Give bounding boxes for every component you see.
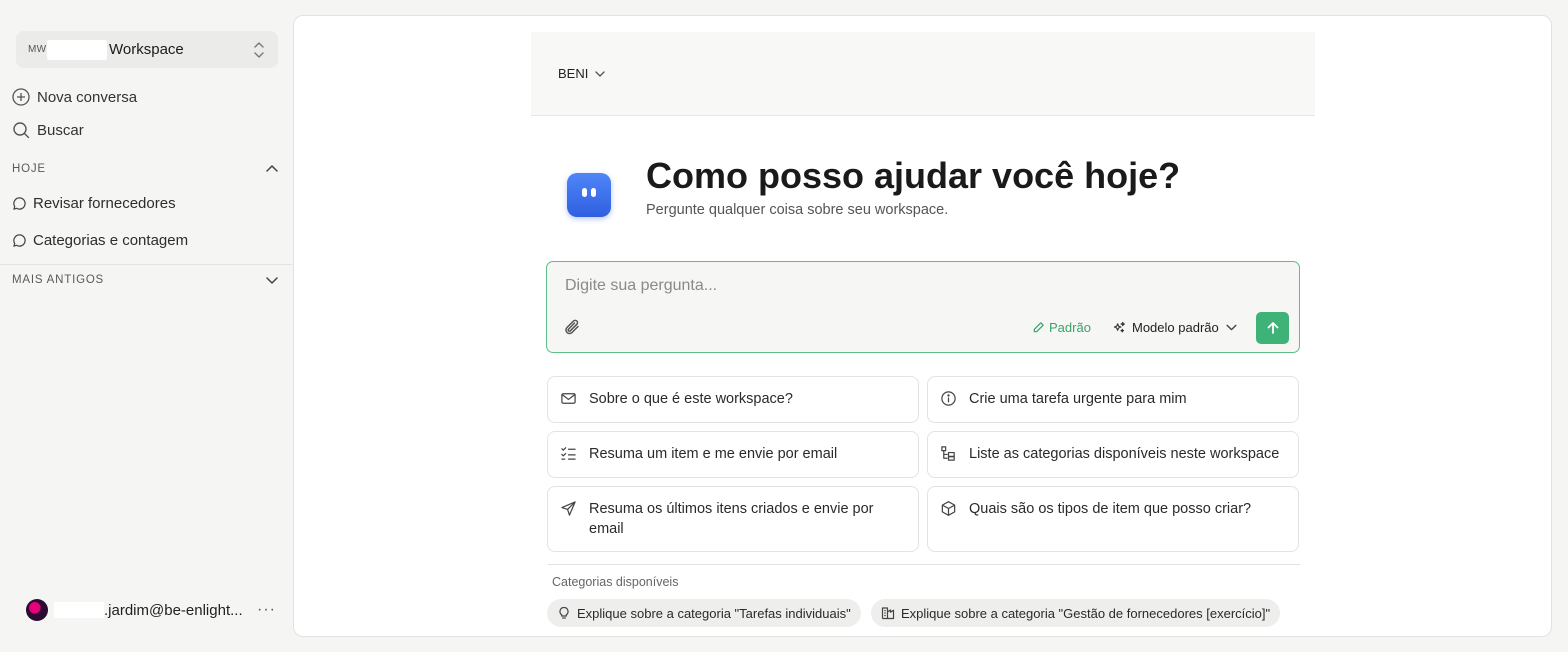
sidebar: MW Workspace Nova conversa Buscar HOJE R… (0, 0, 292, 652)
agent-label: BENI (558, 66, 589, 81)
chat-item-label: Revisar fornecedores (33, 195, 176, 212)
chat-item[interactable]: Categorias e contagem (12, 232, 188, 249)
info-icon (941, 391, 956, 406)
suggestion-text: Resuma os últimos itens criados e envie … (589, 501, 874, 537)
paperclip-icon[interactable] (563, 318, 581, 336)
page-title: Como posso ajudar você hoje? (646, 155, 1181, 196)
bot-avatar-icon (567, 173, 611, 217)
suggestion-text: Crie uma tarefa urgente para mim (969, 391, 1187, 407)
model-label: Modelo padrão (1132, 320, 1219, 335)
section-today-label: HOJE (12, 163, 46, 175)
chat-header: BENI (531, 32, 1315, 116)
user-email: .jardim@be-enlight... (104, 601, 243, 619)
suggestion-card[interactable]: Resuma os últimos itens criados e envie … (547, 486, 919, 552)
sidebar-divider (0, 264, 292, 265)
page-subtitle: Pergunte qualquer coisa sobre seu worksp… (646, 202, 949, 218)
divider (548, 564, 1300, 565)
arrow-up-icon (1267, 322, 1278, 334)
new-chat-label: Nova conversa (37, 88, 138, 106)
suggestion-text: Liste as categorias disponíveis neste wo… (969, 446, 1280, 462)
plus-circle-icon (12, 88, 30, 106)
chat-item[interactable]: Revisar fornecedores (12, 195, 176, 212)
search-icon (13, 122, 30, 139)
suggestion-card[interactable]: Liste as categorias disponíveis neste wo… (927, 431, 1299, 478)
main-panel: BENI Como posso ajudar você hoje? Pergun… (293, 15, 1552, 637)
chat-item-label: Categorias e contagem (33, 232, 189, 249)
question-input[interactable] (563, 276, 1267, 296)
redacted-block (47, 39, 107, 60)
category-chip[interactable]: Explique sobre a categoria "Tarefas indi… (547, 599, 861, 627)
category-chip[interactable]: Explique sobre a categoria "Gestão de fo… (871, 599, 1281, 627)
mail-icon (561, 393, 576, 404)
bot-eye (582, 188, 587, 197)
chat-bubble-icon (13, 234, 26, 247)
workspace-abbr: MW (28, 44, 47, 55)
box-icon (941, 501, 956, 516)
mode-label: Padrão (1049, 320, 1091, 335)
more-options-icon[interactable]: ··· (257, 601, 276, 619)
avatar (26, 599, 48, 621)
model-selector[interactable]: Modelo padrão (1113, 320, 1238, 335)
checklist-icon (561, 447, 576, 460)
agent-selector[interactable]: BENI (558, 66, 606, 81)
section-older-toggle[interactable]: MAIS ANTIGOS (12, 272, 280, 288)
send-button[interactable] (1256, 312, 1289, 344)
workspace-switcher[interactable]: MW Workspace (16, 31, 278, 68)
suggestion-card[interactable]: Crie uma tarefa urgente para mim (927, 376, 1299, 423)
chip-label: Explique sobre a categoria "Tarefas indi… (577, 605, 851, 621)
workspace-name: Workspace (109, 41, 184, 58)
mode-button[interactable]: Padrão (1032, 320, 1091, 335)
send-icon (561, 501, 576, 516)
user-menu[interactable]: .jardim@be-enlight... ··· (26, 598, 276, 622)
section-today-toggle[interactable]: HOJE (12, 161, 280, 177)
chip-label: Explique sobre a categoria "Gestão de fo… (901, 605, 1271, 621)
suggestion-text: Sobre o que é este workspace? (589, 391, 793, 407)
suggestion-card[interactable]: Sobre o que é este workspace? (547, 376, 919, 423)
categories-label: Categorias disponíveis (552, 575, 679, 589)
chevron-down-icon (1226, 324, 1237, 331)
sparkles-icon (1113, 321, 1125, 333)
chevron-down-icon (266, 277, 278, 284)
pencil-icon (1033, 322, 1044, 333)
bot-eye (591, 188, 596, 197)
suggestion-text: Resuma um item e me envie por email (589, 446, 838, 462)
building-icon (881, 607, 895, 620)
search-label: Buscar (37, 121, 84, 139)
lightbulb-icon (559, 606, 569, 619)
chevron-up-down-icon (254, 41, 264, 58)
suggestion-card[interactable]: Quais são os tipos de item que posso cri… (927, 486, 1299, 552)
redacted-block (54, 602, 104, 618)
tree-list-icon (941, 446, 955, 461)
chevron-up-icon (266, 165, 278, 172)
suggestion-card[interactable]: Resuma um item e me envie por email (547, 431, 919, 478)
chevron-down-icon (595, 70, 605, 77)
suggestion-text: Quais são os tipos de item que posso cri… (969, 501, 1252, 517)
new-chat-button[interactable]: Nova conversa (12, 88, 137, 106)
section-older-label: MAIS ANTIGOS (12, 274, 105, 286)
chat-composer: Padrão Modelo padrão (546, 261, 1300, 353)
search-button[interactable]: Buscar (12, 121, 84, 139)
chat-bubble-icon (13, 197, 26, 210)
